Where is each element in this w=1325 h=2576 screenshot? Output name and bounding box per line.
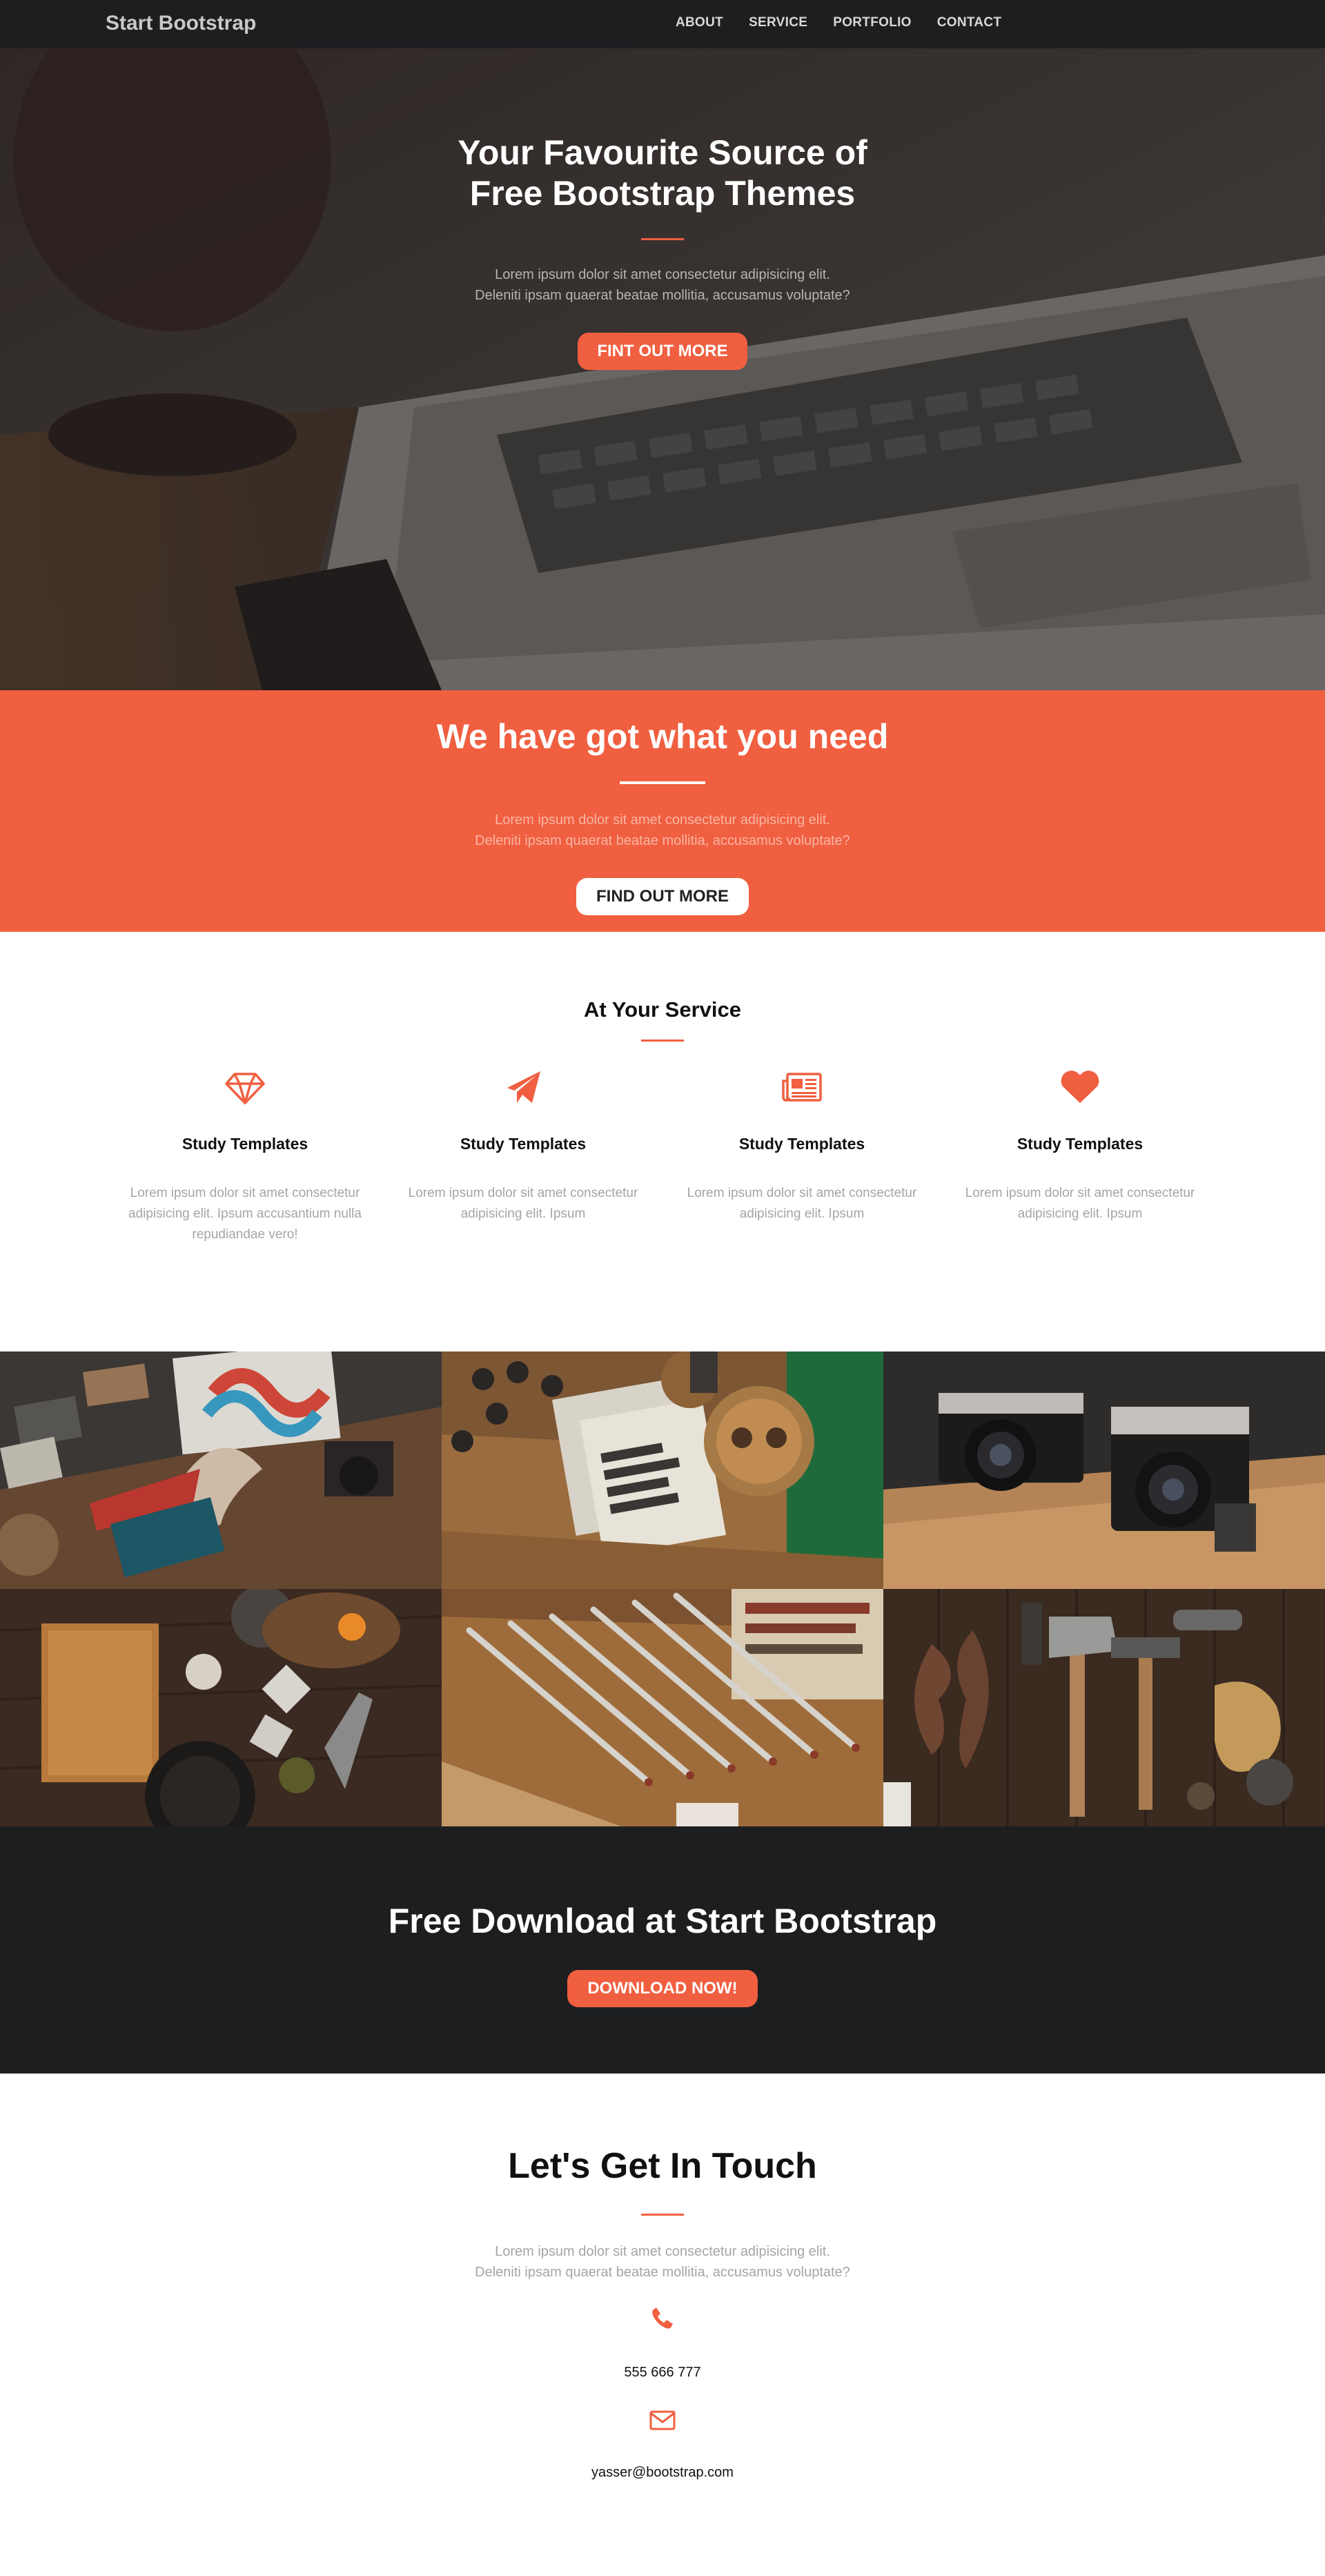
paper-plane-icon [507, 1071, 540, 1103]
contact-section: Let's Get In Touch Lorem ipsum dolor sit… [0, 2074, 1325, 2576]
diamond-icon [225, 1073, 265, 1104]
download-now-button[interactable]: DOWNLOAD NOW! [567, 1970, 758, 2007]
about-text: Lorem ipsum dolor sit amet consectetur a… [386, 810, 939, 851]
portfolio-image[interactable] [0, 1352, 442, 1589]
contact-title: Let's Get In Touch [508, 2146, 817, 2186]
nav-link-portfolio[interactable]: PORTFOLIO [833, 15, 912, 30]
about-text-line1: Lorem ipsum dolor sit amet consectetur a… [495, 812, 830, 828]
contact-divider [641, 2214, 684, 2216]
service-heading: Study Templates [738, 1135, 865, 1153]
nav-link-contact[interactable]: CONTACT [937, 15, 1002, 30]
portfolio-section [0, 1352, 1325, 1826]
phone-icon [652, 2307, 673, 2329]
portfolio-image[interactable] [0, 1589, 442, 1826]
portfolio-image[interactable] [883, 1352, 1325, 1589]
contact-phone[interactable]: 555 666 777 [455, 2365, 870, 2381]
hero-text-line2: Deleniti ipsam quaerat beatae mollitia, … [475, 288, 850, 303]
contact-text-line1: Lorem ipsum dolor sit amet consectetur a… [495, 2244, 830, 2259]
about-title: We have got what you need [436, 717, 889, 756]
about-divider [620, 781, 705, 784]
service-text: Lorem ipsum dolor sit amet consectetur a… [965, 1186, 1195, 1221]
portfolio-image[interactable] [442, 1352, 883, 1589]
service-heading: Study Templates [181, 1135, 308, 1153]
portfolio-image[interactable] [883, 1589, 1325, 1826]
portfolio-image[interactable] [442, 1589, 883, 1826]
service-item: Study Templates Lorem ipsum dolor sit am… [395, 1067, 651, 1224]
nav-link-service[interactable]: SERVICE [749, 15, 807, 30]
service-heading: Study Templates [460, 1135, 587, 1153]
about-section: We have got what you need Lorem ipsum do… [0, 690, 1325, 932]
service-text: Lorem ipsum dolor sit amet consectetur a… [408, 1186, 638, 1221]
download-title: Free Download at Start Bootstrap [388, 1902, 937, 1940]
service-text: Lorem ipsum dolor sit amet consectetur a… [128, 1186, 362, 1242]
hero-title-line2: Free Bootstrap Themes [469, 174, 856, 213]
hero-title-line1: Your Favourite Source of [458, 133, 867, 172]
hero-title: Your Favourite Source of Free Bootstrap … [386, 133, 939, 214]
envelope-icon [649, 2410, 676, 2430]
hero-text-line1: Lorem ipsum dolor sit amet consectetur a… [495, 267, 830, 282]
hero-text: Lorem ipsum dolor sit amet consectetur a… [386, 264, 939, 306]
services-title: At Your Service [583, 997, 741, 1022]
contact-text-line2: Deleniti ipsam quaerat beatae mollitia, … [475, 2265, 850, 2280]
about-find-out-more-button[interactable]: FIND OUT MORE [576, 878, 749, 915]
download-section: Free Download at Start Bootstrap DOWNLOA… [0, 1826, 1325, 2074]
service-item: Study Templates Lorem ipsum dolor sit am… [952, 1067, 1208, 1224]
services-divider [641, 1040, 684, 1042]
newspaper-icon [782, 1073, 822, 1102]
service-item: Study Templates Lorem ipsum dolor sit am… [117, 1067, 373, 1245]
service-item: Study Templates Lorem ipsum dolor sit am… [674, 1067, 930, 1224]
find-out-more-button[interactable]: FINT OUT MORE [578, 333, 747, 370]
hero-divider [641, 238, 684, 240]
services-section: At Your Service Study Templates Lorem ip… [0, 932, 1325, 1352]
nav-links: ABOUT SERVICE PORTFOLIO CONTACT [676, 15, 1027, 30]
contact-text: Lorem ipsum dolor sit amet consectetur a… [386, 2241, 939, 2283]
navbar: Start Bootstrap ABOUT SERVICE PORTFOLIO … [0, 0, 1325, 48]
about-text-line2: Deleniti ipsam quaerat beatae mollitia, … [475, 833, 850, 848]
heart-icon [1061, 1071, 1099, 1103]
nav-link-about[interactable]: ABOUT [676, 15, 723, 30]
service-heading: Study Templates [1017, 1135, 1144, 1153]
brand-link[interactable]: Start Bootstrap [106, 12, 256, 35]
hero-section: Your Favourite Source of Free Bootstrap … [0, 48, 1325, 690]
service-text: Lorem ipsum dolor sit amet consectetur a… [687, 1186, 917, 1221]
contact-email[interactable]: yasser@bootstrap.com [455, 2465, 870, 2481]
